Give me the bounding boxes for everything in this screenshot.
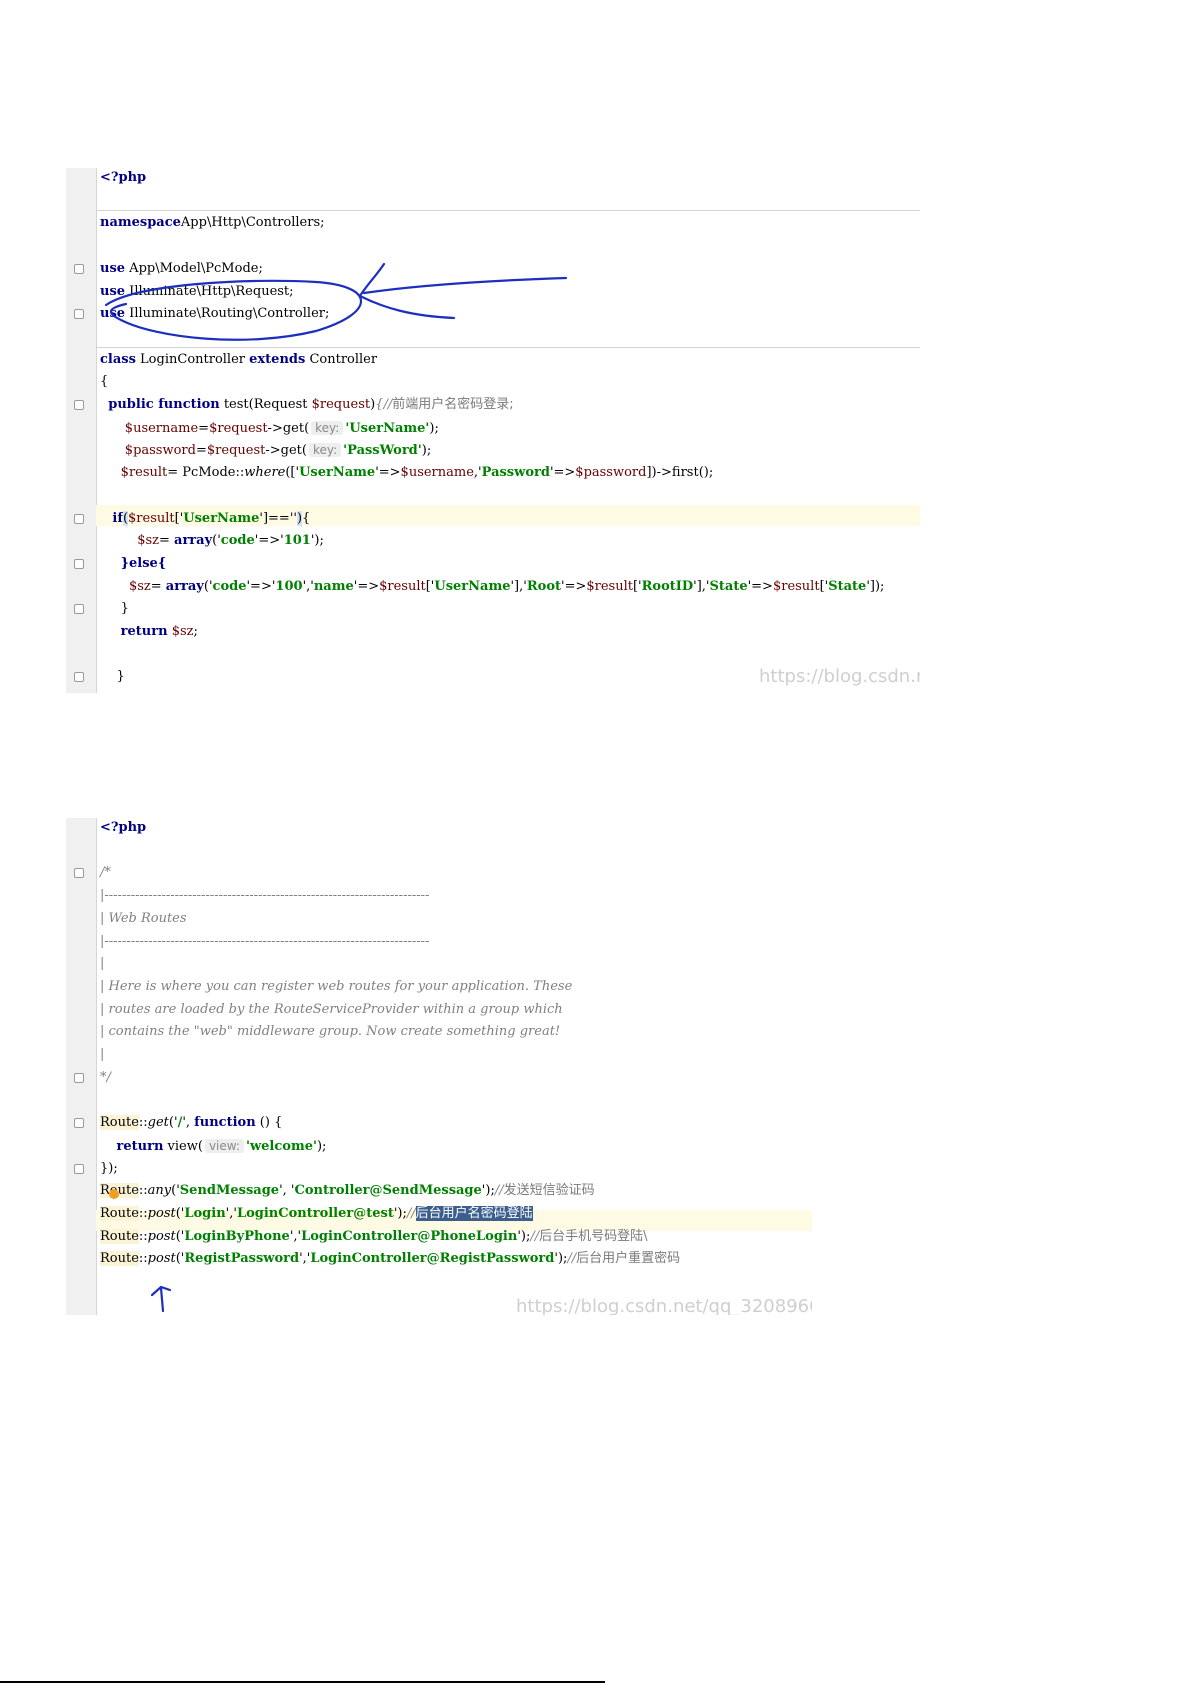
code-screenshot-login-controller: <?php namespaceApp\Http\Controllers; use A…	[66, 168, 920, 693]
fold-marker-icon[interactable]	[74, 604, 84, 615]
fold-marker-icon[interactable]	[74, 868, 84, 879]
fold-marker-icon[interactable]	[74, 400, 84, 410]
up-arrow-annotation	[150, 1285, 172, 1313]
arrow-annotation	[358, 262, 568, 320]
fold-marker-icon[interactable]	[74, 513, 84, 524]
fold-marker-icon[interactable]	[74, 1118, 84, 1129]
fold-marker-icon[interactable]	[74, 672, 84, 683]
cursor-dot	[109, 1189, 119, 1199]
fold-marker-icon[interactable]	[74, 558, 84, 569]
pen-annotation	[104, 262, 568, 341]
code-screenshot-web-routes: <?php/* |--------------------------------…	[66, 818, 812, 1315]
circle-annotation	[104, 279, 362, 341]
fold-marker-icon[interactable]	[74, 263, 84, 274]
fold-marker-icon[interactable]	[74, 309, 84, 320]
pen-annotation	[109, 1189, 172, 1313]
fold-marker-icon[interactable]	[74, 1163, 84, 1174]
page-divider	[0, 1681, 605, 1683]
fold-marker-icon[interactable]	[74, 1072, 84, 1083]
